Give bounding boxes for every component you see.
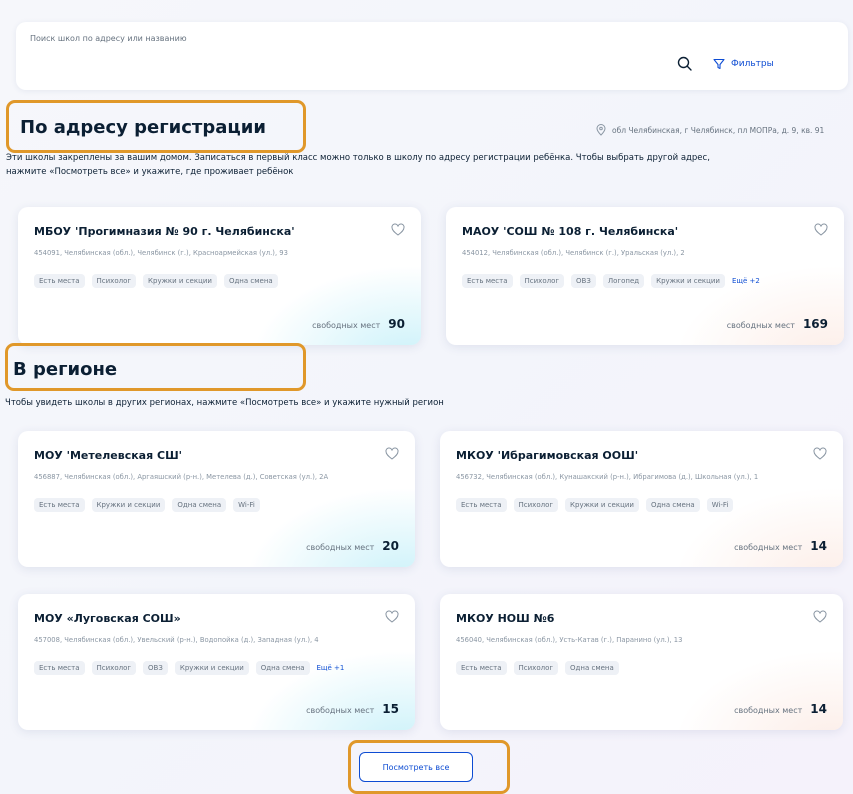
school-tag: Одна смена xyxy=(255,661,310,675)
free-seats-label: свободных мест xyxy=(312,321,381,330)
school-tag: Есть места xyxy=(34,274,85,288)
school-name: МАОУ 'СОШ № 108 г. Челябинска' xyxy=(462,225,679,238)
school-tag: Есть места xyxy=(456,498,507,512)
region-description: Чтобы увидеть школы в других регионах, н… xyxy=(5,398,444,408)
free-seats-count: 15 xyxy=(382,702,399,716)
search-input[interactable] xyxy=(30,48,714,80)
free-seats: свободных мест 14 xyxy=(734,539,827,553)
heart-icon[interactable] xyxy=(813,610,827,624)
school-name: МКОУ 'Ибрагимовская ООШ' xyxy=(456,449,639,462)
school-address: 454012, Челябинская (обл.), Челябинск (г… xyxy=(462,249,685,257)
view-all-button[interactable]: Посмотреть все xyxy=(359,752,473,782)
school-tag: Одна смена xyxy=(223,274,278,288)
free-seats-count: 14 xyxy=(810,702,827,716)
school-tags: Есть места Психолог Кружки и секции Одна… xyxy=(456,498,734,512)
school-tag: Кружки и секции xyxy=(174,661,249,675)
school-card[interactable]: МАОУ 'СОШ № 108 г. Челябинска' 454012, Ч… xyxy=(446,207,844,345)
school-tag: Wi-Fi xyxy=(706,498,734,512)
school-tag: Кружки и секции xyxy=(91,498,166,512)
school-address: 456040, Челябинская (обл.), Усть-Катав (… xyxy=(456,636,683,644)
school-name: МОУ «Луговская СОШ» xyxy=(34,612,181,625)
school-tag: Wi-Fi xyxy=(233,498,260,512)
free-seats-count: 90 xyxy=(388,317,405,331)
school-tag: Есть места xyxy=(34,498,85,512)
heart-icon[interactable] xyxy=(385,610,399,624)
registration-address[interactable]: обл Челябинская, г Челябинск, пл МОПРа, … xyxy=(596,124,824,136)
school-tag: Одна смена xyxy=(172,498,227,512)
free-seats-count: 14 xyxy=(810,539,827,553)
school-tag: Кружки и секции xyxy=(565,498,639,512)
more-tags-link[interactable]: Ещё +2 xyxy=(732,274,760,288)
school-tag: Психолог xyxy=(91,274,137,288)
school-tags: Есть места Психолог ОВЗ Логопед Кружки и… xyxy=(462,274,760,288)
registration-description: Эти школы закреплены за вашим домом. Зап… xyxy=(6,151,710,179)
free-seats: свободных мест 90 xyxy=(312,317,405,331)
school-name: МКОУ НОШ №6 xyxy=(456,612,555,625)
school-tag: Кружки и секции xyxy=(651,274,725,288)
heart-icon[interactable] xyxy=(391,223,405,237)
heart-icon[interactable] xyxy=(385,447,399,461)
school-name: МОУ 'Метелевская СШ' xyxy=(34,449,183,462)
heart-icon[interactable] xyxy=(813,447,827,461)
school-tag: Одна смена xyxy=(645,498,700,512)
heart-icon[interactable] xyxy=(814,223,828,237)
free-seats-label: свободных мест xyxy=(306,706,375,715)
free-seats: свободных мест 20 xyxy=(306,539,399,553)
school-address: 454091, Челябинская (обл.), Челябинск (г… xyxy=(34,249,288,257)
school-tag: Психолог xyxy=(91,661,137,675)
school-tag: ОВЗ xyxy=(143,661,168,675)
school-tags: Есть места Психолог Одна смена xyxy=(456,661,619,675)
registration-description-line: нажмите «Посмотреть все» и укажите, где … xyxy=(6,167,294,177)
free-seats-label: свободных мест xyxy=(734,706,803,715)
free-seats-label: свободных мест xyxy=(726,321,795,330)
school-tag: Психолог xyxy=(519,274,565,288)
highlight-frame-registration xyxy=(6,100,306,153)
registration-address-text: обл Челябинская, г Челябинск, пл МОПРа, … xyxy=(612,125,825,135)
registration-description-line: Эти школы закреплены за вашим домом. Зап… xyxy=(6,153,710,163)
location-pin-icon xyxy=(596,124,606,136)
school-address: 456732, Челябинская (обл.), Кунашакский … xyxy=(456,473,759,481)
school-tag: Логопед xyxy=(602,274,645,288)
school-card[interactable]: МОУ 'Метелевская СШ' 456887, Челябинская… xyxy=(18,431,415,567)
free-seats: свободных мест 169 xyxy=(727,317,828,331)
more-tags-link[interactable]: Ещё +1 xyxy=(317,661,345,675)
filters-label: Фильтры xyxy=(731,59,774,69)
school-tags: Есть места Психолог ОВЗ Кружки и секции … xyxy=(34,661,344,675)
free-seats-count: 20 xyxy=(382,539,399,553)
school-address: 457008, Челябинская (обл.), Увельский (р… xyxy=(34,636,319,644)
free-seats: свободных мест 15 xyxy=(306,702,399,716)
free-seats-label: свободных мест xyxy=(306,543,375,552)
school-tag: Есть места xyxy=(456,661,507,675)
school-tag: Есть места xyxy=(34,661,85,675)
search-label: Поиск школ по адресу или названию xyxy=(30,34,187,43)
school-tag: Психолог xyxy=(513,661,559,675)
school-search-panel: Поиск школ по адресу или названию Фильтр… xyxy=(16,22,848,90)
filter-icon xyxy=(713,58,725,70)
highlight-frame-region xyxy=(5,343,306,391)
search-icon[interactable] xyxy=(676,55,694,73)
free-seats: свободных мест 14 xyxy=(734,702,827,716)
school-tag: Кружки и секции xyxy=(143,274,217,288)
school-tags: Есть места Кружки и секции Одна смена Wi… xyxy=(34,498,260,512)
school-card[interactable]: МКОУ НОШ №6 456040, Челябинская (обл.), … xyxy=(440,594,843,730)
free-seats-label: свободных мест xyxy=(734,543,803,552)
filters-button[interactable]: Фильтры xyxy=(713,58,774,70)
school-tags: Есть места Психолог Кружки и секции Одна… xyxy=(34,274,278,288)
school-card[interactable]: МБОУ 'Прогимназия № 90 г. Челябинска' 45… xyxy=(18,207,421,345)
school-tag: Есть места xyxy=(462,274,513,288)
school-address: 456887, Челябинская (обл.), Аргаяшский (… xyxy=(34,473,329,481)
school-tag: Психолог xyxy=(513,498,559,512)
school-card[interactable]: МКОУ 'Ибрагимовская ООШ' 456732, Челябин… xyxy=(440,431,843,567)
school-card[interactable]: МОУ «Луговская СОШ» 457008, Челябинская … xyxy=(18,594,415,730)
free-seats-count: 169 xyxy=(802,317,828,331)
school-tag: Одна смена xyxy=(565,661,619,675)
school-name: МБОУ 'Прогимназия № 90 г. Челябинска' xyxy=(34,225,295,238)
school-tag: ОВЗ xyxy=(571,274,596,288)
